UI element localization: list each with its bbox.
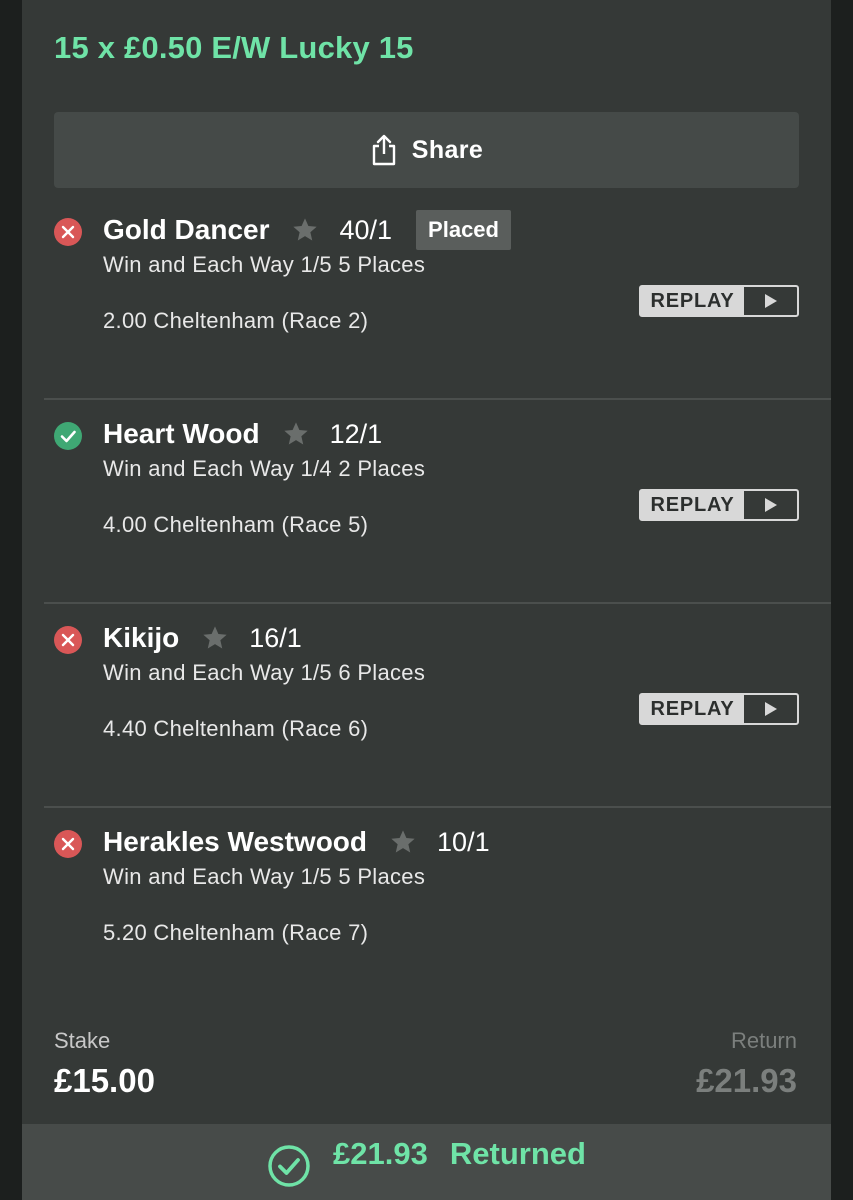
play-icon [744, 491, 797, 519]
returned-label: Returned [449, 1136, 586, 1171]
market-text: Win and Each Way 1/5 5 Places [103, 864, 426, 889]
selection-header: Gold Dancer 40/1 Placed [103, 210, 511, 250]
bet-card: 15 x £0.50 E/W Lucky 15 Share Gold Dance… [22, 0, 831, 1200]
selection-header: Heart Wood 12/1 [103, 414, 382, 454]
check-circle-icon [54, 422, 82, 450]
returned-amount: £21.93 [333, 1136, 428, 1171]
share-icon [372, 134, 395, 166]
race-text: 4.40 Cheltenham (Race 6) [103, 716, 369, 741]
replay-button[interactable]: REPLAY [639, 693, 799, 725]
selection-row: Heart Wood 12/1 Win and Each Way 1/4 2 P… [22, 400, 831, 604]
horse-name: Heart Wood [103, 418, 260, 449]
race-text: 4.00 Cheltenham (Race 5) [103, 512, 369, 537]
horse-name: Kikijo [103, 622, 180, 653]
star-icon[interactable] [291, 216, 319, 244]
horse-name: Gold Dancer [103, 214, 270, 245]
return-label: Return [730, 1028, 797, 1053]
play-icon [744, 695, 797, 723]
bet-title: 15 x £0.50 E/W Lucky 15 [54, 30, 414, 65]
check-circle-outline-icon [268, 1145, 310, 1187]
odds: 10/1 [437, 826, 490, 857]
replay-button[interactable]: REPLAY [639, 489, 799, 521]
odds: 12/1 [329, 418, 383, 449]
cross-circle-icon [54, 626, 82, 654]
selection-row: Gold Dancer 40/1 Placed Win and Each Way… [22, 196, 831, 400]
selection-header: Herakles Westwood 10/1 [103, 822, 490, 862]
market-text: Win and Each Way 1/5 5 Places [103, 252, 426, 277]
cross-circle-icon [54, 218, 82, 246]
race-text: 5.20 Cheltenham (Race 7) [103, 920, 369, 945]
stake-value: £15.00 [54, 1062, 155, 1099]
share-label: Share [411, 135, 484, 164]
odds: 40/1 [339, 214, 393, 245]
return-value: £21.93 [696, 1062, 797, 1099]
replay-label: REPLAY [641, 287, 744, 315]
stake-label: Stake [54, 1028, 111, 1053]
replay-label: REPLAY [641, 695, 744, 723]
selection-row: Herakles Westwood 10/1 Win and Each Way … [22, 808, 831, 1012]
race-text: 2.00 Cheltenham (Race 2) [103, 308, 369, 333]
market-text: Win and Each Way 1/5 6 Places [103, 660, 426, 685]
star-icon[interactable] [389, 828, 417, 856]
cross-circle-icon [54, 830, 82, 858]
share-button[interactable]: Share [54, 112, 799, 188]
selection-header: Kikijo 16/1 [103, 618, 302, 658]
placed-badge: Placed [416, 210, 511, 250]
returned-status-bar: £21.93 Returned [22, 1124, 831, 1200]
star-icon[interactable] [282, 420, 310, 448]
selection-row: Kikijo 16/1 Win and Each Way 1/5 6 Place… [22, 604, 831, 808]
star-icon[interactable] [201, 624, 229, 652]
odds: 16/1 [249, 622, 302, 653]
play-icon [744, 287, 797, 315]
replay-button[interactable]: REPLAY [639, 285, 799, 317]
market-text: Win and Each Way 1/4 2 Places [103, 456, 426, 481]
replay-label: REPLAY [641, 491, 744, 519]
horse-name: Herakles Westwood [103, 826, 368, 857]
